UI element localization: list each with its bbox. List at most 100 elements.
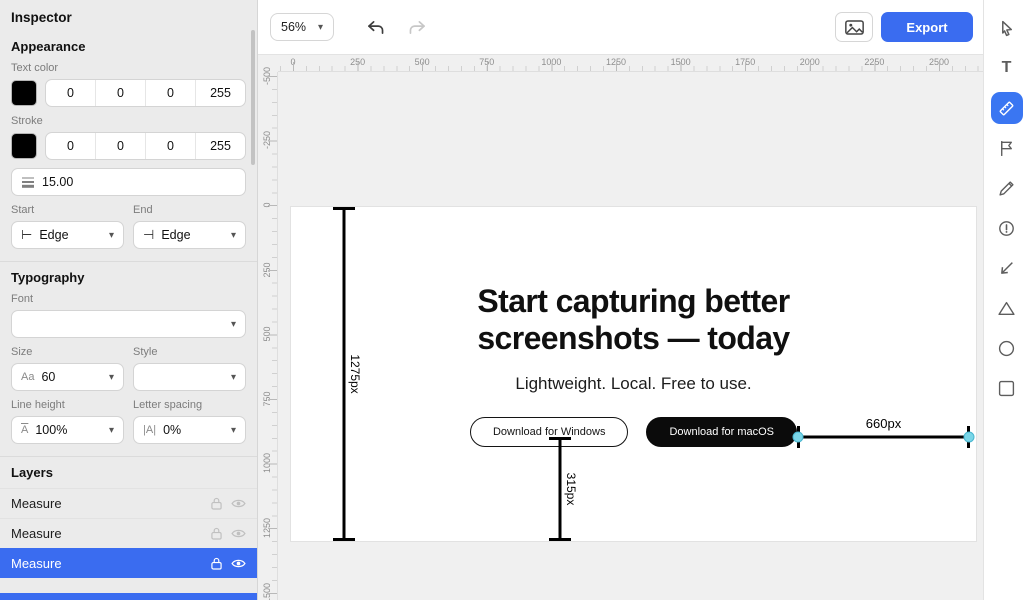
measure-line (343, 207, 346, 541)
layer-row-measure-3[interactable]: Measure (0, 548, 257, 578)
tool-ellipse[interactable] (987, 328, 1027, 368)
lock-icon[interactable] (211, 497, 222, 510)
appearance-heading: Appearance (11, 39, 246, 54)
ruler-tick-label: 2500 (929, 57, 949, 67)
triangle-icon (998, 300, 1015, 317)
eye-icon[interactable] (231, 528, 246, 539)
artboard-heading: Start capturing better screenshots — tod… (419, 283, 849, 357)
undo-button[interactable] (364, 17, 386, 37)
stroke-label: Stroke (11, 115, 246, 127)
layer-row-measure-2[interactable]: Measure (0, 518, 257, 548)
stroke-color-swatch[interactable] (11, 133, 37, 159)
start-cap-select[interactable]: ⊢ Edge ▾ (11, 221, 124, 249)
app-window: Inspector Appearance Text color 0 0 0 25… (0, 0, 1029, 600)
selection-handle[interactable] (793, 432, 804, 443)
ruler-tick-label: 500 (415, 57, 430, 67)
measure-value-label: 1275px (348, 351, 362, 396)
caret-down-icon: ▾ (231, 319, 236, 330)
ruler-tick-label: 1250 (262, 518, 272, 538)
stroke-color-values: 0 0 0 255 (45, 132, 246, 160)
artboard-subheading: Lightweight. Local. Free to use. (291, 374, 976, 394)
font-size-icon: Aa (21, 371, 34, 383)
text-color-swatch[interactable] (11, 80, 37, 106)
info-icon (998, 220, 1015, 237)
ruler-tick-label: -500 (262, 67, 272, 85)
measure-endcap (549, 538, 571, 541)
eye-icon[interactable] (231, 498, 246, 509)
tool-triangle[interactable] (987, 288, 1027, 328)
copy-image-button[interactable] (835, 12, 873, 42)
panel-title: Inspector (11, 8, 246, 35)
measure-annotation-660-selected[interactable]: 660px (797, 426, 970, 448)
text-color-b-field[interactable]: 0 (145, 80, 195, 106)
caret-down-icon: ▾ (231, 230, 236, 241)
letter-spacing-select[interactable]: |A| 0% ▾ (133, 416, 246, 444)
stroke-g-field[interactable]: 0 (95, 133, 145, 159)
tool-pencil[interactable] (987, 168, 1027, 208)
artboard[interactable]: Start capturing better screenshots — tod… (291, 207, 976, 541)
typography-heading: Typography (11, 270, 246, 285)
text-color-values: 0 0 0 255 (45, 79, 246, 107)
measure-annotation-1275[interactable]: 1275px (333, 207, 355, 541)
end-cap-select[interactable]: ⊣ Edge ▾ (133, 221, 246, 249)
stroke-r-field[interactable]: 0 (46, 133, 95, 159)
measure-endcap (333, 538, 355, 541)
line-height-value: 100% (35, 423, 67, 437)
tool-select[interactable] (987, 8, 1027, 48)
text-color-g-field[interactable]: 0 (95, 80, 145, 106)
font-style-select[interactable]: ▾ (133, 363, 246, 391)
end-label: End (133, 204, 246, 216)
layer-row-partial[interactable] (0, 593, 257, 600)
horizontal-ruler: 0 250 500 750 1000 1250 1500 1750 2000 2… (278, 55, 983, 72)
stroke-a-field[interactable]: 255 (195, 133, 245, 159)
tool-arrow[interactable] (987, 248, 1027, 288)
sidebar-scrollbar[interactable] (251, 30, 255, 165)
ruler-tick-label: 500 (262, 327, 272, 342)
line-height-select[interactable]: A 100% ▾ (11, 416, 124, 444)
font-size-select[interactable]: Aa 60 ▾ (11, 363, 124, 391)
measure-annotation-315[interactable]: 315px (549, 437, 571, 541)
stroke-width-field[interactable]: 15.00 (11, 168, 246, 196)
cursor-icon (998, 20, 1015, 37)
measure-line (559, 437, 562, 541)
lock-icon[interactable] (211, 527, 222, 540)
selection-handle[interactable] (964, 432, 975, 443)
ruler-tick-label: 1500 (671, 57, 691, 67)
ruler-tick-label: 1500 (262, 583, 272, 600)
ruler-tick-label: 1750 (735, 57, 755, 67)
canvas-area[interactable]: 0 250 500 750 1000 1250 1500 1750 2000 2… (258, 55, 983, 600)
ruler-tick-label: 250 (350, 57, 365, 67)
redo-button[interactable] (406, 17, 428, 37)
caret-down-icon: ▾ (231, 425, 236, 436)
export-button[interactable]: Export (881, 12, 973, 42)
eye-icon[interactable] (231, 558, 246, 569)
measure-endcap (333, 207, 355, 210)
tool-callout[interactable] (987, 128, 1027, 168)
start-cap-value: Edge (39, 228, 68, 242)
text-color-r-field[interactable]: 0 (46, 80, 95, 106)
text-color-a-field[interactable]: 255 (195, 80, 245, 106)
caret-down-icon: ▾ (318, 22, 323, 33)
text-tool-icon: T (1002, 59, 1012, 77)
download-macos-button[interactable]: Download for macOS (646, 417, 797, 447)
zoom-select[interactable]: 56% ▾ (270, 13, 334, 41)
arrow-icon (998, 260, 1015, 277)
letter-spacing-icon: |A| (143, 424, 156, 436)
ruler-tick-label: -250 (262, 131, 272, 149)
inspector-panel: Inspector Appearance Text color 0 0 0 25… (0, 0, 258, 600)
lock-icon[interactable] (211, 557, 222, 570)
ruler-tick-label: 250 (262, 262, 272, 277)
tool-measure[interactable] (991, 92, 1023, 124)
font-select[interactable]: ▾ (11, 310, 246, 338)
tool-text[interactable]: T (987, 48, 1027, 88)
ruler-tick-label: 2000 (800, 57, 820, 67)
line-height-icon: A (21, 424, 28, 436)
vertical-ruler: -500 -250 0 250 500 750 1000 1250 1500 (258, 72, 278, 600)
tool-rectangle[interactable] (987, 368, 1027, 408)
topbar: 56% ▾ Export (258, 0, 983, 55)
stroke-b-field[interactable]: 0 (145, 133, 195, 159)
measure-value-label: 660px (863, 416, 904, 431)
layer-row-measure-1[interactable]: Measure (0, 488, 257, 518)
tool-counter[interactable] (987, 208, 1027, 248)
line-height-label: Line height (11, 399, 124, 411)
